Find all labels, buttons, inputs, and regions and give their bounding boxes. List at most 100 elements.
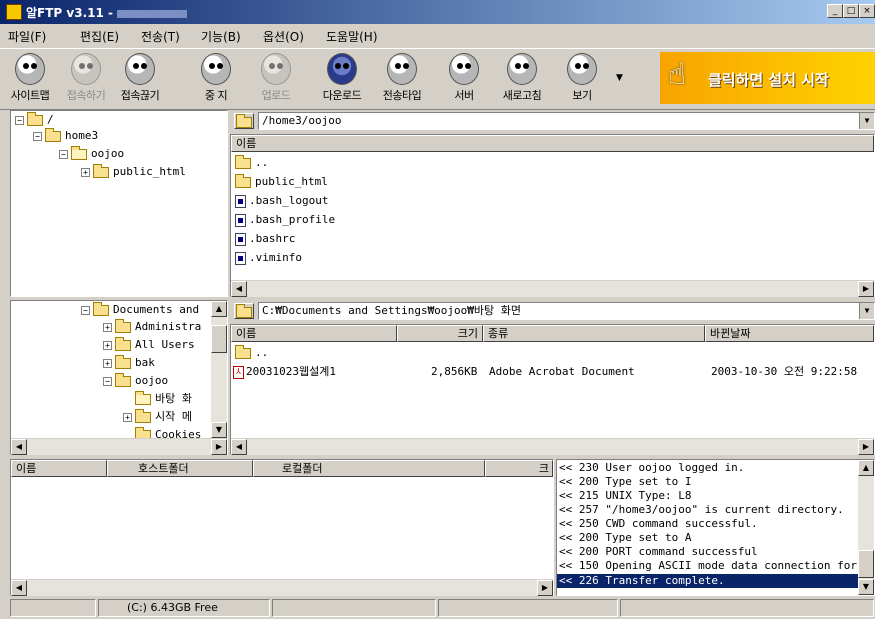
folder-icon xyxy=(93,163,109,178)
folder-icon xyxy=(235,173,251,188)
scroll-left-icon[interactable]: ◀ xyxy=(11,439,27,455)
ftp-log: << 230 User oojoo logged in. << 200 Type… xyxy=(556,459,875,596)
list-item[interactable]: public_html xyxy=(235,172,328,191)
close-button[interactable]: × xyxy=(859,4,875,18)
remote-horizontal-scrollbar[interactable]: ◀ ▶ xyxy=(231,280,874,297)
menu-file[interactable]: 파일(F) xyxy=(8,28,46,45)
expand-icon[interactable]: + xyxy=(103,340,112,350)
column-header-name[interactable]: 이름 xyxy=(231,325,397,342)
view-button[interactable]: 보기 xyxy=(556,51,608,107)
scroll-up-icon[interactable]: ▲ xyxy=(211,301,227,317)
transfer-type-button[interactable]: 전송타입 xyxy=(376,51,428,107)
queue-column-host-folder[interactable]: 호스트폴더 xyxy=(107,460,253,477)
remote-up-button[interactable] xyxy=(234,113,254,129)
queue-horizontal-scrollbar[interactable]: ◀ ▶ xyxy=(11,579,553,596)
tree-item[interactable]: − / xyxy=(15,111,54,128)
scroll-left-icon[interactable]: ◀ xyxy=(11,580,27,596)
disconnect-button[interactable]: 접속끊기 xyxy=(114,51,166,107)
menu-options[interactable]: 옵션(O) xyxy=(263,28,304,45)
tree-item[interactable]: + public_html xyxy=(81,163,186,180)
local-path-field[interactable]: C:₩Documents and Settings₩oojoo₩바탕 화면 ▼ xyxy=(258,302,875,320)
local-tree-vertical-scrollbar[interactable]: ▲ ▼ xyxy=(211,301,227,438)
download-button[interactable]: 다운로드 xyxy=(316,51,368,107)
tree-item[interactable]: + All Users xyxy=(103,336,195,353)
list-item[interactable]: .bash_profile xyxy=(235,210,335,229)
folder-icon xyxy=(235,154,251,169)
view-dropdown-arrow[interactable]: ▼ xyxy=(616,73,623,83)
folder-icon xyxy=(115,372,131,387)
tree-item[interactable]: + Administra xyxy=(103,318,201,335)
column-header-name[interactable]: 이름 xyxy=(231,135,874,152)
scroll-up-icon[interactable]: ▲ xyxy=(858,460,874,476)
refresh-button[interactable]: 새로고침 xyxy=(496,51,548,107)
stop-button[interactable]: 중 지 xyxy=(190,51,242,107)
column-header-type[interactable]: 종류 xyxy=(483,325,705,342)
tree-item[interactable]: − home3 xyxy=(33,127,98,144)
list-item[interactable]: .. xyxy=(235,343,268,362)
list-item[interactable]: .bash_logout xyxy=(235,191,328,210)
stop-icon xyxy=(201,53,231,85)
minimize-button[interactable]: _ xyxy=(827,4,843,18)
chevron-down-icon[interactable]: ▼ xyxy=(859,303,874,319)
folder-icon xyxy=(45,127,61,142)
collapse-icon[interactable]: − xyxy=(33,131,42,141)
chevron-down-icon[interactable]: ▼ xyxy=(859,113,874,129)
tree-item[interactable]: 바탕 화 xyxy=(135,390,192,407)
collapse-icon[interactable]: − xyxy=(15,115,24,125)
scroll-thumb[interactable] xyxy=(858,550,874,578)
server-icon xyxy=(449,53,479,85)
list-item[interactable]: ⅄ 20031023웹설계1 2,856KB Adobe Acrobat Docu… xyxy=(233,362,873,381)
queue-column-name[interactable]: 이름 xyxy=(11,460,107,477)
collapse-icon[interactable]: − xyxy=(59,149,68,159)
menu-help[interactable]: 도움말(H) xyxy=(326,28,378,45)
log-vertical-scrollbar[interactable]: ▲ ▼ xyxy=(858,460,874,595)
tree-item[interactable]: + bak xyxy=(103,354,155,371)
folder-icon xyxy=(115,336,131,351)
remote-path-field[interactable]: /home3/oojoo ▼ xyxy=(258,112,875,130)
expand-icon[interactable]: + xyxy=(103,358,112,368)
local-horizontal-scrollbar[interactable]: ◀ ▶ xyxy=(231,438,874,455)
tree-item[interactable]: − oojoo xyxy=(103,372,168,389)
scroll-down-icon[interactable]: ▼ xyxy=(211,422,227,438)
site-map-button[interactable]: 사이트맵 xyxy=(4,51,56,107)
local-tree-horizontal-scrollbar[interactable]: ◀ ▶ xyxy=(11,438,227,455)
list-item[interactable]: .viminfo xyxy=(235,248,302,267)
expand-icon[interactable]: + xyxy=(123,412,132,422)
folder-icon xyxy=(115,354,131,369)
connect-button[interactable]: 접속하기 xyxy=(60,51,112,107)
tree-item[interactable]: + 시작 메 xyxy=(123,408,192,425)
tree-item[interactable]: − Documents and xyxy=(81,301,199,318)
queue-column-size[interactable]: 크 xyxy=(485,460,553,477)
maximize-button[interactable]: □ xyxy=(843,4,859,18)
folder-icon xyxy=(115,318,131,333)
scroll-right-icon[interactable]: ▶ xyxy=(858,281,874,297)
column-header-size[interactable]: 크기 xyxy=(397,325,483,342)
collapse-icon[interactable]: − xyxy=(103,376,112,386)
tree-item[interactable]: − oojoo xyxy=(59,145,124,162)
collapse-icon[interactable]: − xyxy=(81,305,90,315)
log-line-selected[interactable]: << 226 Transfer complete. xyxy=(557,574,859,588)
list-item[interactable]: .bashrc xyxy=(235,229,295,248)
column-header-modified[interactable]: 바뀐날짜 xyxy=(705,325,874,342)
scroll-right-icon[interactable]: ▶ xyxy=(858,439,874,455)
menu-transfer[interactable]: 전송(T) xyxy=(141,28,180,45)
scroll-left-icon[interactable]: ◀ xyxy=(231,439,247,455)
redacted-host xyxy=(116,9,187,18)
menu-edit[interactable]: 편집(E) xyxy=(80,28,119,45)
queue-column-local-folder[interactable]: 로컬폴더 xyxy=(253,460,485,477)
list-item[interactable]: .. xyxy=(235,153,268,172)
log-line: << 200 Type set to I xyxy=(559,475,692,488)
menu-function[interactable]: 기능(B) xyxy=(201,28,241,45)
expand-icon[interactable]: + xyxy=(103,322,112,332)
expand-icon[interactable]: + xyxy=(81,167,90,177)
upload-button[interactable]: 업로드 xyxy=(250,51,302,107)
scroll-thumb[interactable] xyxy=(211,325,227,353)
scroll-down-icon[interactable]: ▼ xyxy=(858,579,874,595)
scroll-right-icon[interactable]: ▶ xyxy=(211,439,227,455)
scroll-left-icon[interactable]: ◀ xyxy=(231,281,247,297)
local-up-button[interactable] xyxy=(234,303,254,319)
file-icon xyxy=(235,251,246,265)
install-banner[interactable]: ☝ 클릭하면 설치 시작 xyxy=(660,52,875,104)
scroll-right-icon[interactable]: ▶ xyxy=(537,580,553,596)
server-button[interactable]: 서버 xyxy=(438,51,490,107)
